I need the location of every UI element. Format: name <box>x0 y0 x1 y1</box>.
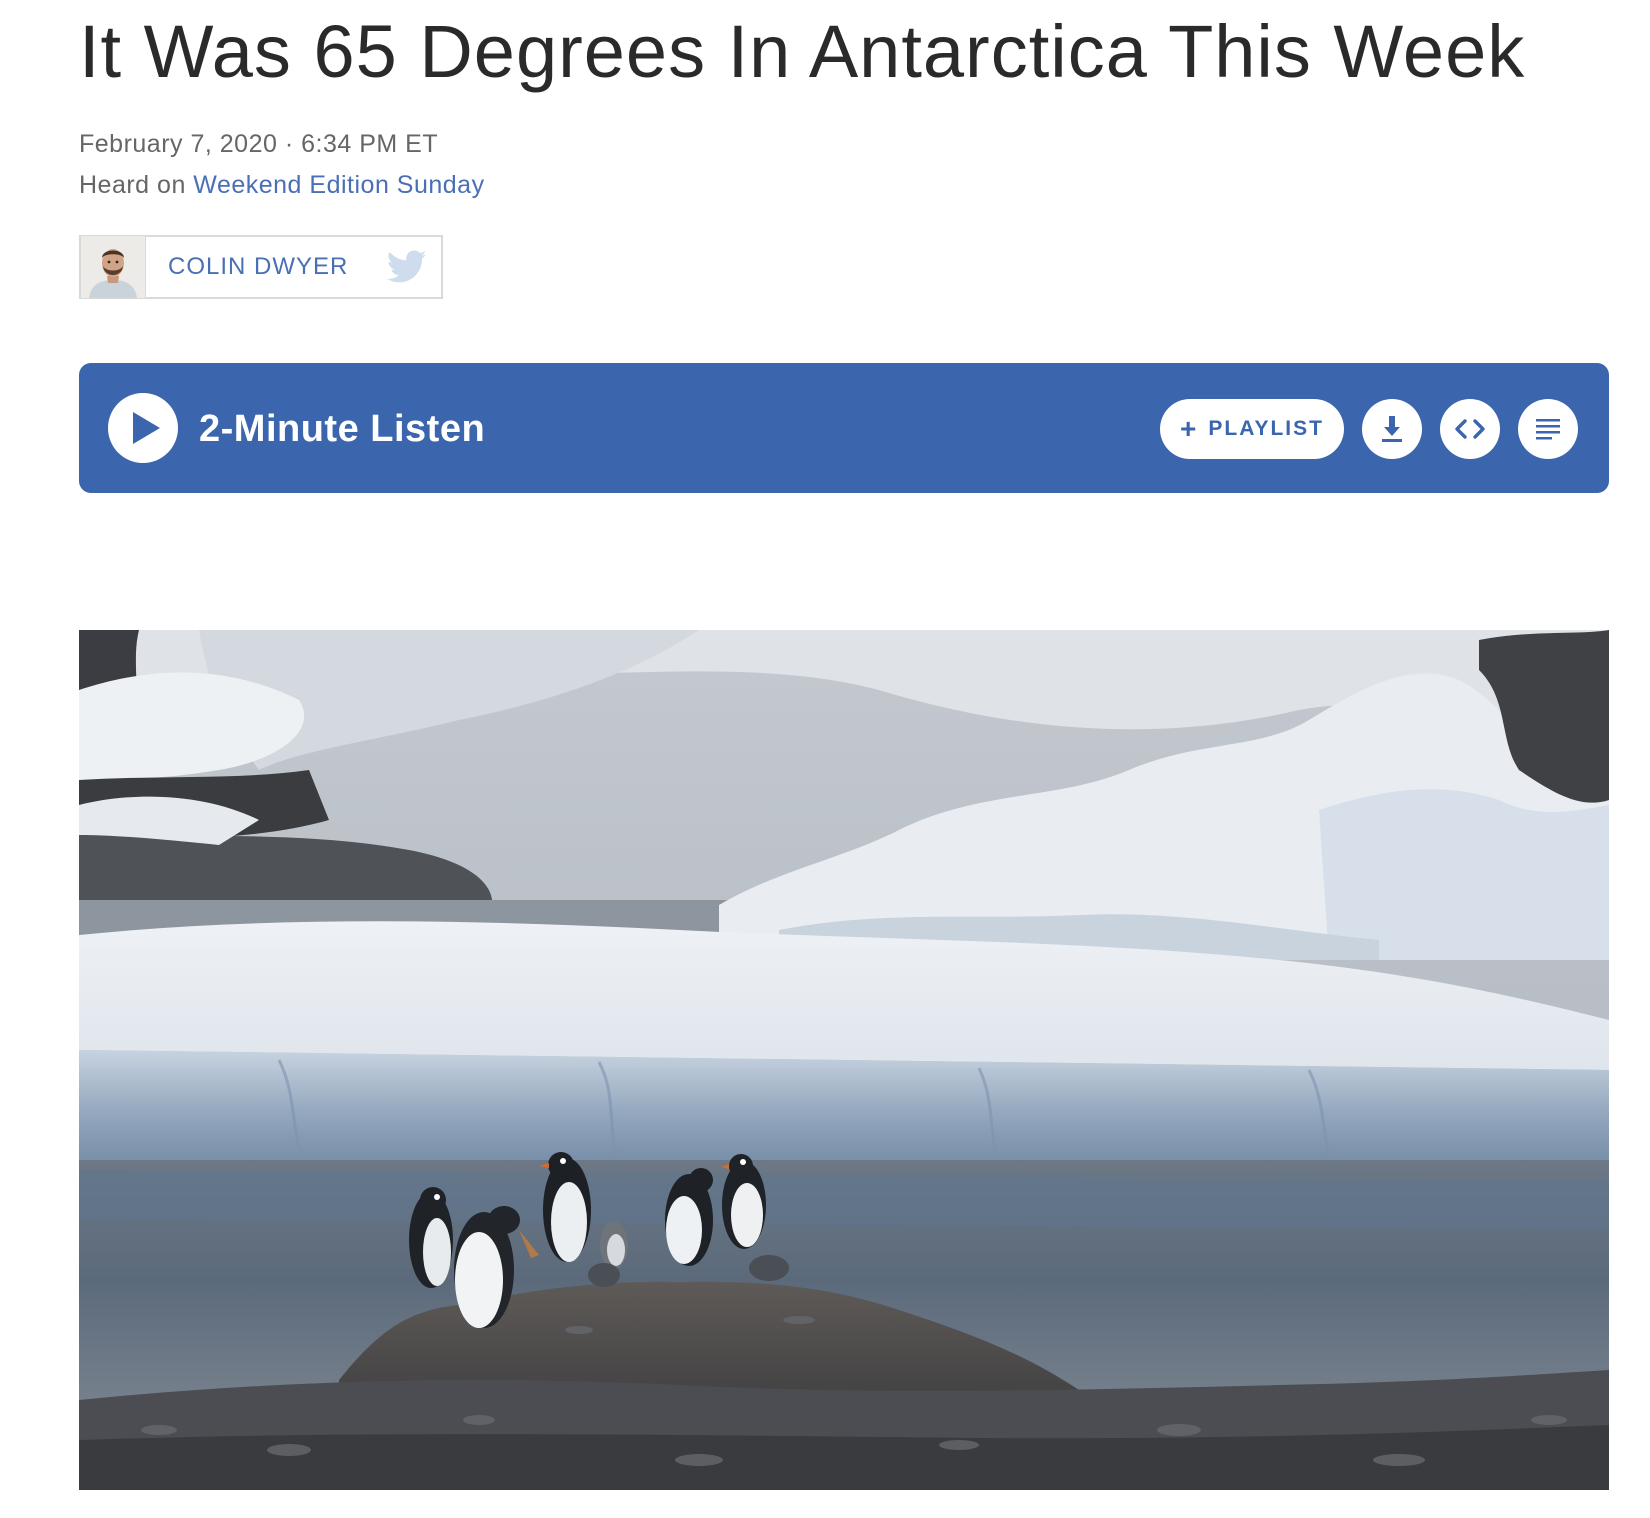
article-headline: It Was 65 Degrees In Antarctica This Wee… <box>79 10 1526 93</box>
download-icon <box>1382 416 1402 442</box>
publish-date: February 7, 2020 <box>79 130 278 158</box>
antarctica-penguins-image <box>79 630 1609 1490</box>
heard-on-prefix: Heard on <box>79 171 194 199</box>
author-byline[interactable]: COLIN DWYER <box>79 235 443 299</box>
transcript-button[interactable] <box>1518 399 1578 459</box>
publish-time: 6:34 PM ET <box>301 130 439 158</box>
embed-icon <box>1455 419 1485 439</box>
transcript-icon <box>1536 419 1560 440</box>
author-name[interactable]: COLIN DWYER <box>168 253 387 281</box>
download-button[interactable] <box>1362 399 1422 459</box>
add-to-playlist-button[interactable]: + PLAYLIST <box>1160 399 1344 459</box>
date-separator: · <box>277 130 302 158</box>
play-icon <box>133 412 160 444</box>
embed-button[interactable] <box>1440 399 1500 459</box>
play-button[interactable] <box>108 393 178 463</box>
article-photo[interactable] <box>79 630 1609 1490</box>
program-link[interactable]: Weekend Edition Sunday <box>193 171 484 199</box>
plus-icon: + <box>1180 413 1199 444</box>
author-avatar[interactable] <box>81 236 146 298</box>
article-header: It Was 65 Degrees In Antarctica This Wee… <box>79 0 1609 493</box>
audio-player: 2-Minute Listen + PLAYLIST <box>79 363 1609 493</box>
dateline: February 7, 2020 · 6:34 PM ET <box>79 127 1609 161</box>
heard-on: Heard on Weekend Edition Sunday <box>79 168 1609 202</box>
listen-duration-label: 2-Minute Listen <box>199 408 486 450</box>
playlist-label: PLAYLIST <box>1208 417 1324 440</box>
twitter-icon[interactable] <box>386 250 427 284</box>
